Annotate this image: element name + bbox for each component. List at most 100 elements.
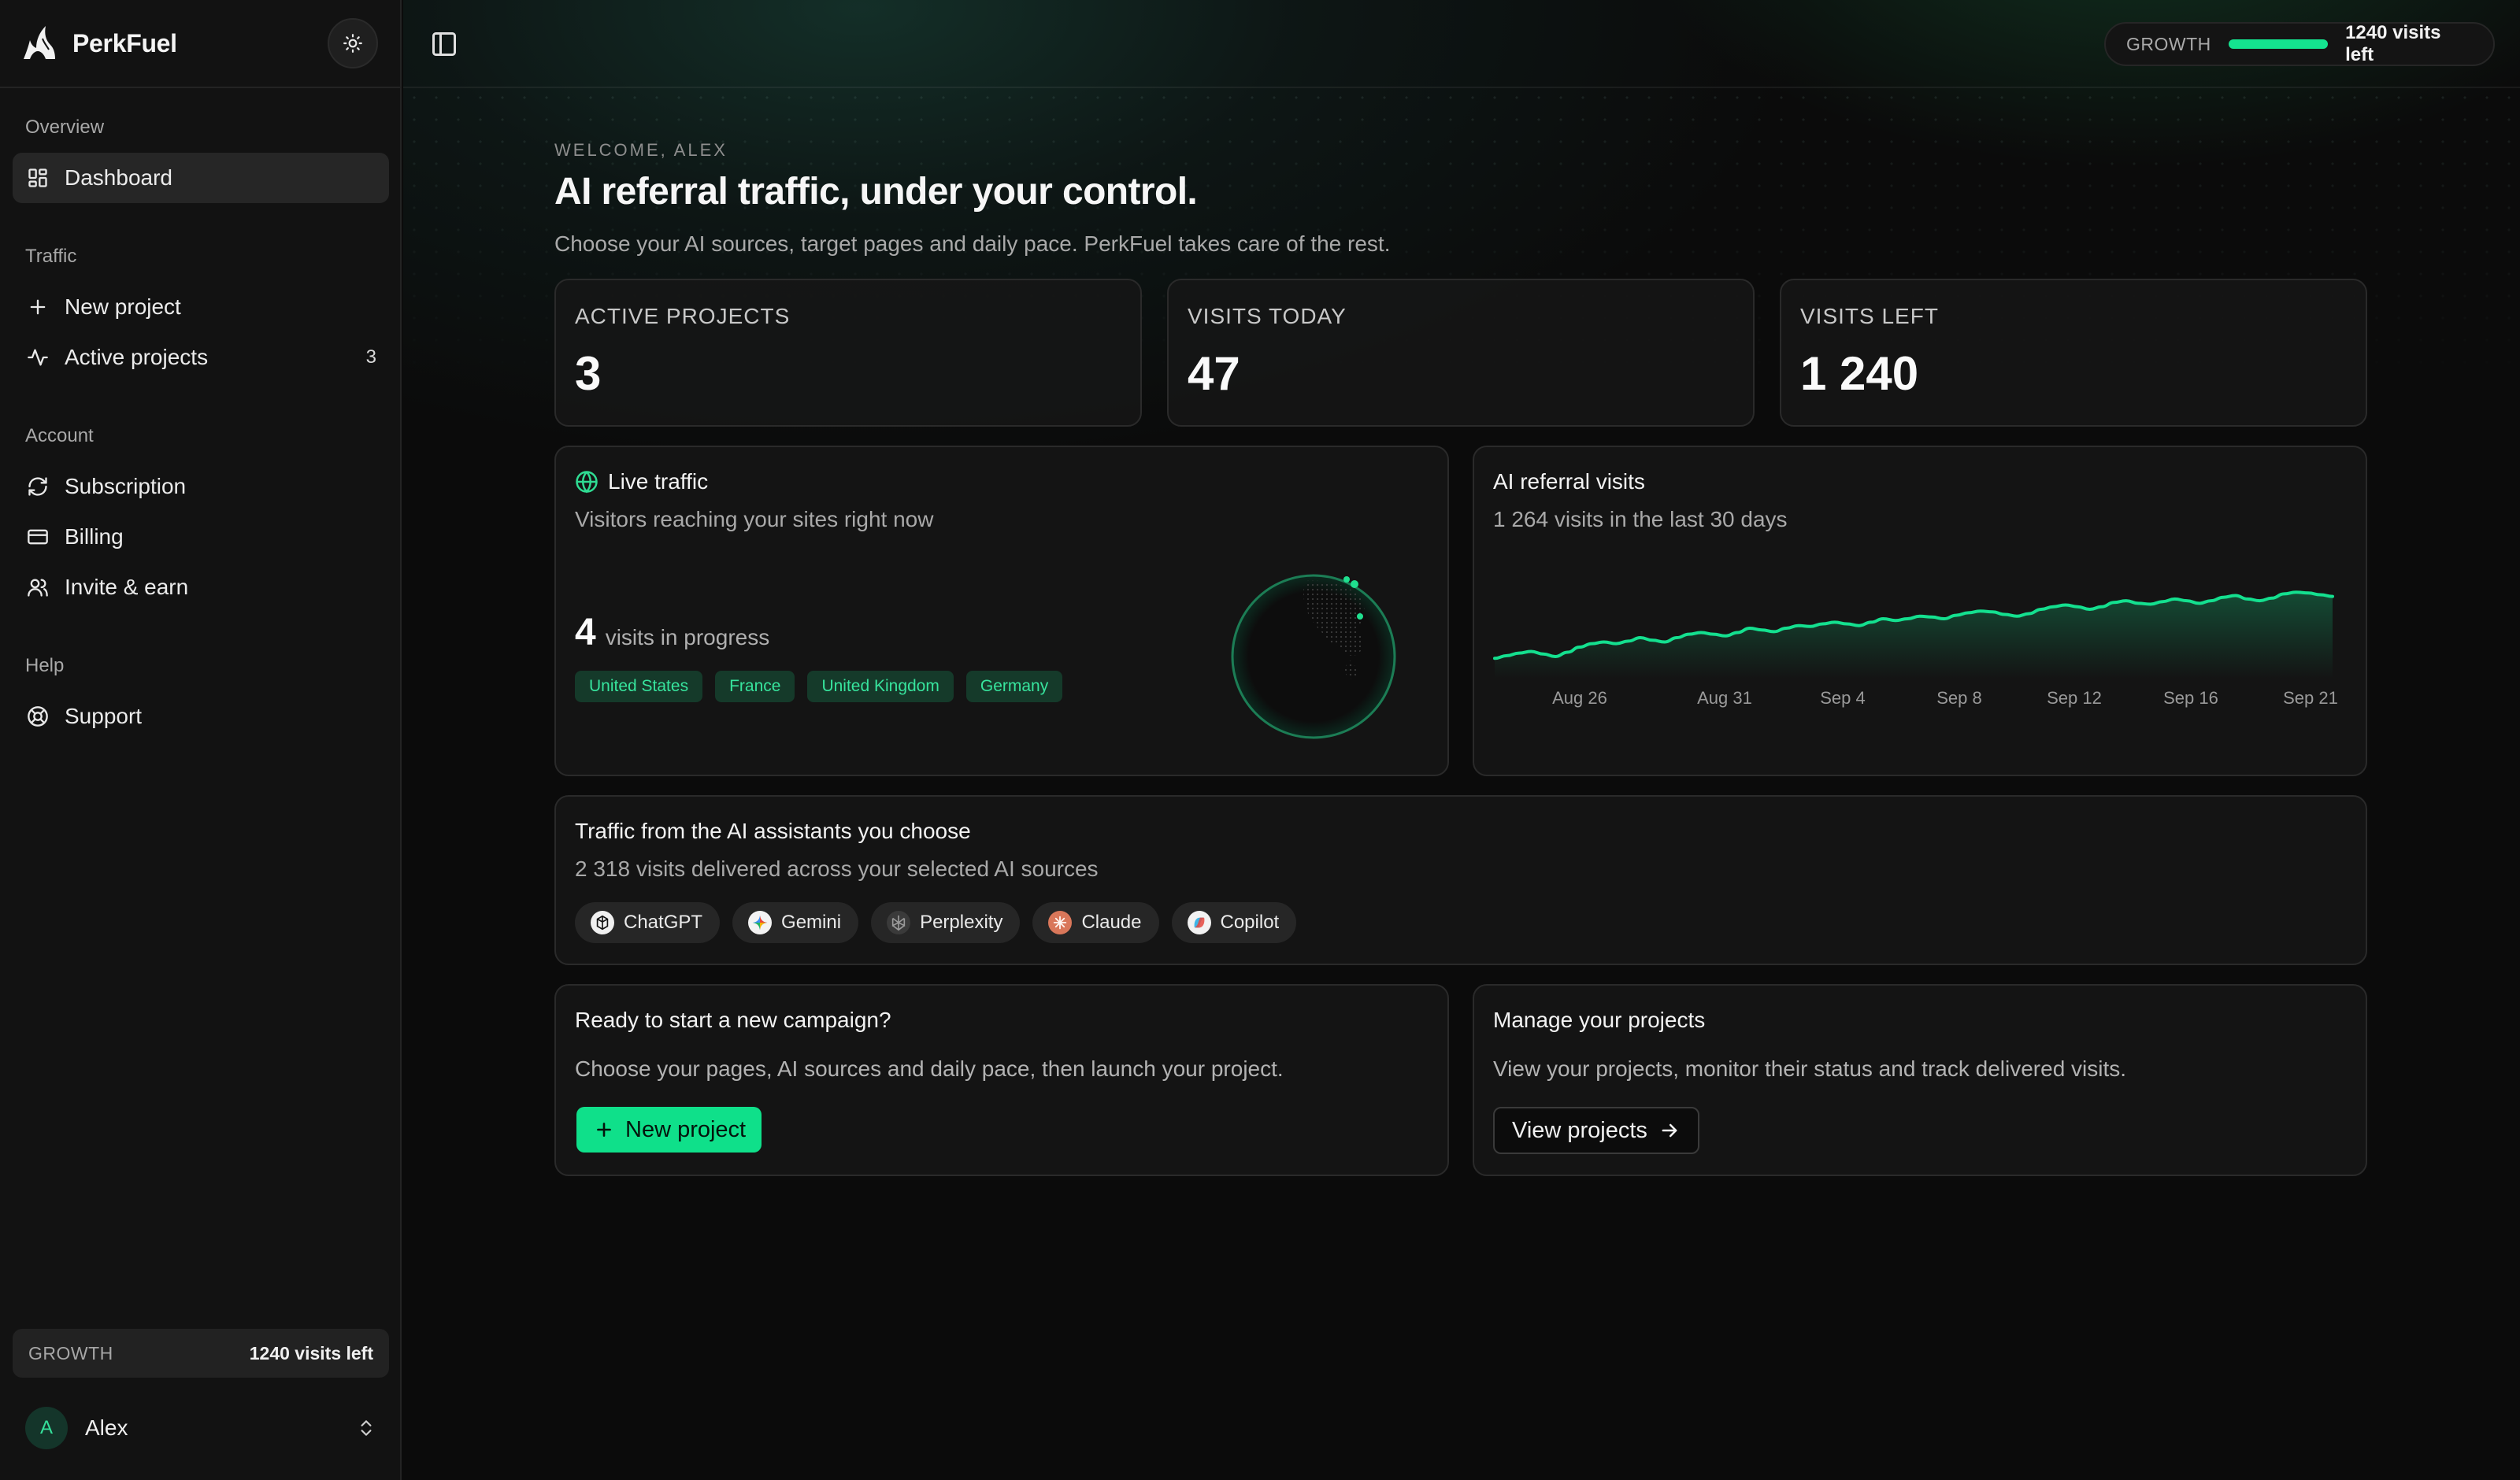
x-tick-label: Sep 16 xyxy=(2163,688,2218,708)
country-tags: United States France United Kingdom Germ… xyxy=(575,671,1063,702)
welcome-eyebrow: WELCOME, ALEX xyxy=(554,140,728,160)
button-label: View projects xyxy=(1512,1117,1647,1143)
new-campaign-card: Ready to start a new campaign? Choose yo… xyxy=(554,984,1449,1176)
x-tick-label: Aug 31 xyxy=(1697,688,1752,708)
sidebar-item-active-projects[interactable]: Active projects 3 xyxy=(13,332,389,383)
ai-referral-title: AI referral visits xyxy=(1493,469,1645,494)
country-tag: United Kingdom xyxy=(807,671,954,702)
users-icon xyxy=(25,575,50,600)
ai-assistants-title: Traffic from the AI assistants you choos… xyxy=(575,819,971,844)
stat-label: ACTIVE PROJECTS xyxy=(575,304,791,328)
ai-assistants-card: Traffic from the AI assistants you choos… xyxy=(554,795,2367,965)
chip-label: Perplexity xyxy=(920,912,1003,933)
stat-value: 1 240 xyxy=(1800,347,1919,400)
manage-projects-card: Manage your projects View your projects,… xyxy=(1473,984,2367,1176)
chatgpt-icon xyxy=(591,911,614,934)
card-title-text: Live traffic xyxy=(608,469,709,494)
live-traffic-subtitle: Visitors reaching your sites right now xyxy=(575,507,934,531)
live-traffic-title: Live traffic xyxy=(575,469,708,494)
chip-label: Copilot xyxy=(1220,912,1280,933)
new-campaign-title: Ready to start a new campaign? xyxy=(575,1008,891,1033)
page-title: AI referral traffic, under your control. xyxy=(554,171,1198,213)
section-title-help: Help xyxy=(25,655,65,676)
main-area: GROWTH 1240 visits left WELCOME, ALEX AI… xyxy=(403,0,2520,1480)
ai-chip-copilot[interactable]: Copilot xyxy=(1171,902,1297,943)
stat-card-active-projects: ACTIVE PROJECTS 3 xyxy=(554,279,1142,427)
theme-toggle-button[interactable] xyxy=(328,18,378,68)
country-tag: United States xyxy=(575,671,703,702)
x-tick-label: Aug 26 xyxy=(1552,688,1607,708)
view-projects-button[interactable]: View projects xyxy=(1493,1107,1699,1154)
chart-area-fill xyxy=(1495,592,2333,679)
plus-icon xyxy=(25,294,50,320)
user-menu[interactable]: A Alex xyxy=(13,1400,389,1456)
sidebar-item-support[interactable]: Support xyxy=(13,691,389,742)
ai-chip-claude[interactable]: Claude xyxy=(1032,902,1159,943)
active-projects-count: 3 xyxy=(365,346,376,368)
ai-chip-gemini[interactable]: Gemini xyxy=(732,902,859,943)
ai-chip-perplexity[interactable]: Perplexity xyxy=(871,902,1021,943)
brand-name: PerkFuel xyxy=(72,28,177,57)
card-title-text: AI referral visits xyxy=(1493,469,1645,494)
sidebar-item-billing[interactable]: Billing xyxy=(13,512,389,562)
arrow-right-icon xyxy=(1662,1123,1677,1138)
sidebar-item-label: Active projects xyxy=(65,345,209,369)
stat-value: 3 xyxy=(575,347,602,400)
new-project-button[interactable]: New project xyxy=(576,1107,762,1153)
country-tag: Germany xyxy=(965,671,1063,702)
sidebar-item-label: Dashboard xyxy=(65,165,172,190)
ai-chip-chatgpt[interactable]: ChatGPT xyxy=(575,902,721,943)
dashboard-icon xyxy=(25,165,50,191)
sidebar-item-label: Billing xyxy=(65,524,124,549)
card-title-text: Manage your projects xyxy=(1493,1008,1706,1032)
live-traffic-card: Live traffic Visitors reaching your site… xyxy=(554,446,1449,776)
sidebar-toggle-icon[interactable] xyxy=(430,30,458,58)
sidebar-item-invite-earn[interactable]: Invite & earn xyxy=(13,562,389,612)
sidebar-item-dashboard[interactable]: Dashboard xyxy=(13,153,389,203)
ai-source-chips: ChatGPT Gemini Perplexity Claude Copilot xyxy=(575,902,1297,943)
live-globe-visual xyxy=(1231,574,1396,739)
manage-projects-title: Manage your projects xyxy=(1493,1008,1705,1033)
usage-progress-bar xyxy=(2228,39,2329,49)
plan-usage-pill[interactable]: GROWTH 1240 visits left xyxy=(2104,22,2495,66)
chip-label: ChatGPT xyxy=(624,912,703,933)
lifebuoy-icon xyxy=(25,704,50,729)
visits-in-progress-count: 4 xyxy=(575,612,596,653)
x-tick-label: Sep 8 xyxy=(1936,688,1982,708)
section-title-overview: Overview xyxy=(25,117,105,138)
activity-icon xyxy=(25,345,50,370)
stat-label: VISITS TODAY xyxy=(1188,304,1347,328)
brand-logo[interactable]: PerkFuel xyxy=(19,23,177,64)
stat-value: 47 xyxy=(1188,347,1240,400)
ai-referral-chart: Aug 26 Aug 31 Sep 4 Sep 8 Sep 12 Sep 16 Sep 21 xyxy=(1493,590,2338,708)
manage-projects-description: View your projects, monitor their status… xyxy=(1493,1056,2127,1081)
credit-card-icon xyxy=(25,524,50,549)
globe-icon xyxy=(576,471,598,494)
sidebar-nav: Overview Dashboard Traffic New project A… xyxy=(0,110,402,742)
sidebar-item-label: New project xyxy=(65,294,181,319)
claude-icon xyxy=(1048,911,1073,934)
sidebar-plan-badge[interactable]: GROWTH 1240 visits left xyxy=(13,1329,389,1378)
country-tag: France xyxy=(715,671,795,702)
plus-icon xyxy=(597,1123,611,1137)
sidebar-item-new-project[interactable]: New project xyxy=(13,282,389,332)
chip-label: Gemini xyxy=(781,912,842,933)
x-tick-label: Sep 21 xyxy=(2283,688,2338,708)
sidebar-header: PerkFuel xyxy=(0,0,400,88)
stat-label: VISITS LEFT xyxy=(1800,304,1939,328)
sidebar-item-subscription[interactable]: Subscription xyxy=(13,461,389,512)
button-label: New project xyxy=(625,1116,747,1142)
visits-in-progress-label: visits in progress xyxy=(605,625,770,649)
sidebar-item-label: Support xyxy=(65,704,143,728)
sidebar-item-label: Invite & earn xyxy=(65,575,189,599)
ai-referral-subtitle: 1 264 visits in the last 30 days xyxy=(1493,507,1788,531)
chevrons-up-down-icon xyxy=(361,1420,372,1436)
perplexity-icon xyxy=(887,911,911,934)
stat-card-visits-today: VISITS TODAY 47 xyxy=(1167,279,1755,427)
user-name: Alex xyxy=(85,1415,128,1440)
sidebar: PerkFuel Overview Dashboard Traffic New … xyxy=(0,0,402,1480)
visits-left: 1240 visits left xyxy=(249,1342,373,1363)
perkfuel-logo-icon xyxy=(24,26,55,59)
sidebar-item-label: Subscription xyxy=(65,474,187,498)
new-campaign-description: Choose your pages, AI sources and daily … xyxy=(575,1056,1284,1081)
